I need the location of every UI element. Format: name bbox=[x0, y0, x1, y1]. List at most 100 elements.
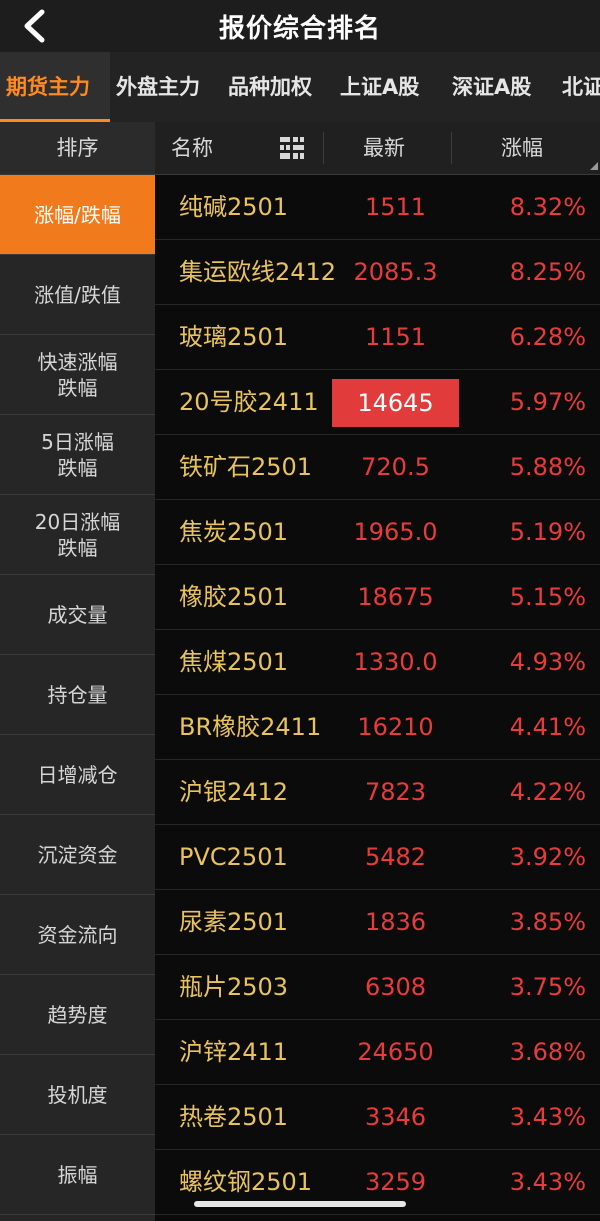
contract-name: 沪锌2411 bbox=[179, 1038, 289, 1066]
change-percent: 4.93% bbox=[509, 648, 586, 676]
sidebar-item-label: 日增减仓 bbox=[37, 762, 118, 787]
table-header: 名称 最新 涨幅 bbox=[155, 122, 600, 175]
latest-price: 18675 bbox=[357, 583, 434, 611]
change-percent: 3.43% bbox=[509, 1168, 586, 1196]
sidebar-header: 排序 bbox=[0, 122, 155, 175]
sidebar-item-label: 振幅 bbox=[57, 1162, 98, 1187]
latest-price: 24650 bbox=[357, 1038, 434, 1066]
contract-name: 焦煤2501 bbox=[179, 648, 289, 676]
contract-name: 集运欧线2412 bbox=[179, 258, 337, 286]
table-row[interactable]: PVC2501 5482 3.92% bbox=[155, 825, 600, 890]
sidebar-list: 涨幅/跌幅涨值/跌值快速涨幅 跌幅 5日涨幅 跌幅 20日涨幅 跌幅成交量持仓量日增… bbox=[0, 175, 155, 1215]
column-latest-header[interactable]: 最新 bbox=[363, 122, 405, 174]
sidebar-item-label: 涨幅/跌幅 bbox=[34, 202, 121, 227]
table-row[interactable]: 热卷2501 3346 3.43% bbox=[155, 1085, 600, 1150]
sidebar-item-sort[interactable]: 涨幅/跌幅 bbox=[0, 175, 155, 255]
contract-name: 铁矿石2501 bbox=[179, 453, 313, 481]
home-indicator[interactable] bbox=[194, 1201, 406, 1207]
tab-beijing[interactable]: 北证 bbox=[562, 52, 600, 122]
contract-name: 玻璃2501 bbox=[179, 323, 289, 351]
ranking-table: 名称 最新 涨幅 纯碱2501 1511 8.32% 集运欧线2412 2085.3 8.… bbox=[155, 122, 600, 1221]
sidebar-item-label: 资金流向 bbox=[37, 922, 118, 947]
column-name-header[interactable]: 名称 bbox=[171, 122, 213, 174]
latest-price: 3346 bbox=[364, 1103, 427, 1131]
sidebar-item-sort[interactable]: 涨值/跌值 bbox=[0, 255, 155, 335]
table-row[interactable]: 尿素2501 1836 3.85% bbox=[155, 890, 600, 955]
contract-name: 热卷2501 bbox=[179, 1103, 289, 1131]
sidebar-item-label: 20日涨幅 跌幅 bbox=[34, 509, 121, 560]
change-percent: 8.25% bbox=[509, 258, 586, 286]
tab-shenzhen-a[interactable]: 深证A股 bbox=[452, 52, 531, 122]
change-percent: 3.92% bbox=[509, 843, 586, 871]
change-percent: 3.75% bbox=[509, 973, 586, 1001]
tab-overseas-main[interactable]: 外盘主力 bbox=[116, 52, 200, 122]
sort-sidebar: 排序 涨幅/跌幅涨值/跌值快速涨幅 跌幅 5日涨幅 跌幅 20日涨幅 跌幅成交量持仓… bbox=[0, 122, 155, 1221]
table-row[interactable]: 焦煤2501 1330.0 4.93% bbox=[155, 630, 600, 695]
table-rows: 纯碱2501 1511 8.32% 集运欧线2412 2085.3 8.25% 玻璃2501… bbox=[155, 175, 600, 1215]
table-row[interactable]: 集运欧线2412 2085.3 8.25% bbox=[155, 240, 600, 305]
change-percent: 5.19% bbox=[509, 518, 586, 546]
change-percent: 5.97% bbox=[509, 388, 586, 416]
tab-futures-main[interactable]: 期货主力 bbox=[0, 52, 110, 122]
change-percent: 5.15% bbox=[509, 583, 586, 611]
table-row[interactable]: BR橡胶2411 16210 4.41% bbox=[155, 695, 600, 760]
table-row[interactable]: 瓶片2503 6308 3.75% bbox=[155, 955, 600, 1020]
top-bar: 报价综合排名 bbox=[0, 0, 600, 52]
tab-shanghai-a[interactable]: 上证A股 bbox=[340, 52, 419, 122]
contract-name: 焦炭2501 bbox=[179, 518, 289, 546]
grid-icon[interactable] bbox=[279, 136, 305, 160]
latest-price: 7823 bbox=[364, 778, 427, 806]
sidebar-item-sort[interactable]: 资金流向 bbox=[0, 895, 155, 975]
change-percent: 4.41% bbox=[509, 713, 586, 741]
change-percent: 4.22% bbox=[509, 778, 586, 806]
table-row[interactable]: 橡胶2501 18675 5.15% bbox=[155, 565, 600, 630]
sidebar-item-label: 涨值/跌值 bbox=[34, 282, 121, 307]
change-percent: 8.32% bbox=[509, 193, 586, 221]
sidebar-item-sort[interactable]: 快速涨幅 跌幅 bbox=[0, 335, 155, 415]
table-row[interactable]: 沪锌2411 24650 3.68% bbox=[155, 1020, 600, 1085]
table-row[interactable]: 20号胶2411 14645 5.97% bbox=[155, 370, 600, 435]
latest-price: 720.5 bbox=[361, 453, 430, 481]
latest-price: 14645 bbox=[332, 379, 459, 427]
sidebar-item-sort[interactable]: 5日涨幅 跌幅 bbox=[0, 415, 155, 495]
latest-price: 1511 bbox=[364, 193, 427, 221]
sidebar-item-label: 快速涨幅 跌幅 bbox=[37, 349, 118, 400]
sidebar-item-label: 5日涨幅 跌幅 bbox=[41, 429, 114, 480]
contract-name: 20号胶2411 bbox=[179, 388, 319, 416]
sidebar-item-sort[interactable]: 20日涨幅 跌幅 bbox=[0, 495, 155, 575]
latest-price: 5482 bbox=[364, 843, 427, 871]
sidebar-item-sort[interactable]: 振幅 bbox=[0, 1135, 155, 1215]
change-percent: 6.28% bbox=[509, 323, 586, 351]
sidebar-item-sort[interactable]: 持仓量 bbox=[0, 655, 155, 735]
contract-name: 沪银2412 bbox=[179, 778, 289, 806]
table-row[interactable]: 纯碱2501 1511 8.32% bbox=[155, 175, 600, 240]
latest-price: 1151 bbox=[364, 323, 427, 351]
back-button[interactable] bbox=[14, 6, 54, 46]
chevron-left-icon bbox=[24, 9, 45, 43]
sidebar-item-label: 趋势度 bbox=[47, 1002, 108, 1027]
latest-price: 2085.3 bbox=[353, 258, 438, 286]
table-row[interactable]: 玻璃2501 1151 6.28% bbox=[155, 305, 600, 370]
column-divider bbox=[323, 132, 324, 164]
sidebar-item-sort[interactable]: 日增减仓 bbox=[0, 735, 155, 815]
latest-price: 1330.0 bbox=[353, 648, 438, 676]
change-percent: 3.43% bbox=[509, 1103, 586, 1131]
table-row[interactable]: 焦炭2501 1965.0 5.19% bbox=[155, 500, 600, 565]
column-change-header[interactable]: 涨幅 bbox=[501, 122, 543, 174]
contract-name: 尿素2501 bbox=[179, 908, 289, 936]
sidebar-item-label: 持仓量 bbox=[47, 682, 108, 707]
sidebar-item-sort[interactable]: 趋势度 bbox=[0, 975, 155, 1055]
sort-indicator-icon bbox=[590, 162, 598, 170]
sidebar-item-sort[interactable]: 成交量 bbox=[0, 575, 155, 655]
table-row[interactable]: 铁矿石2501 720.5 5.88% bbox=[155, 435, 600, 500]
change-percent: 3.68% bbox=[509, 1038, 586, 1066]
contract-name: BR橡胶2411 bbox=[179, 713, 322, 741]
sidebar-item-sort[interactable]: 沉淀资金 bbox=[0, 815, 155, 895]
tab-weighted-index[interactable]: 品种加权 bbox=[228, 52, 312, 122]
table-row[interactable]: 沪银2412 7823 4.22% bbox=[155, 760, 600, 825]
sidebar-item-sort[interactable]: 投机度 bbox=[0, 1055, 155, 1135]
sidebar-item-label: 成交量 bbox=[47, 602, 108, 627]
latest-price: 6308 bbox=[364, 973, 427, 1001]
change-percent: 5.88% bbox=[509, 453, 586, 481]
sidebar-item-label: 沉淀资金 bbox=[37, 842, 118, 867]
